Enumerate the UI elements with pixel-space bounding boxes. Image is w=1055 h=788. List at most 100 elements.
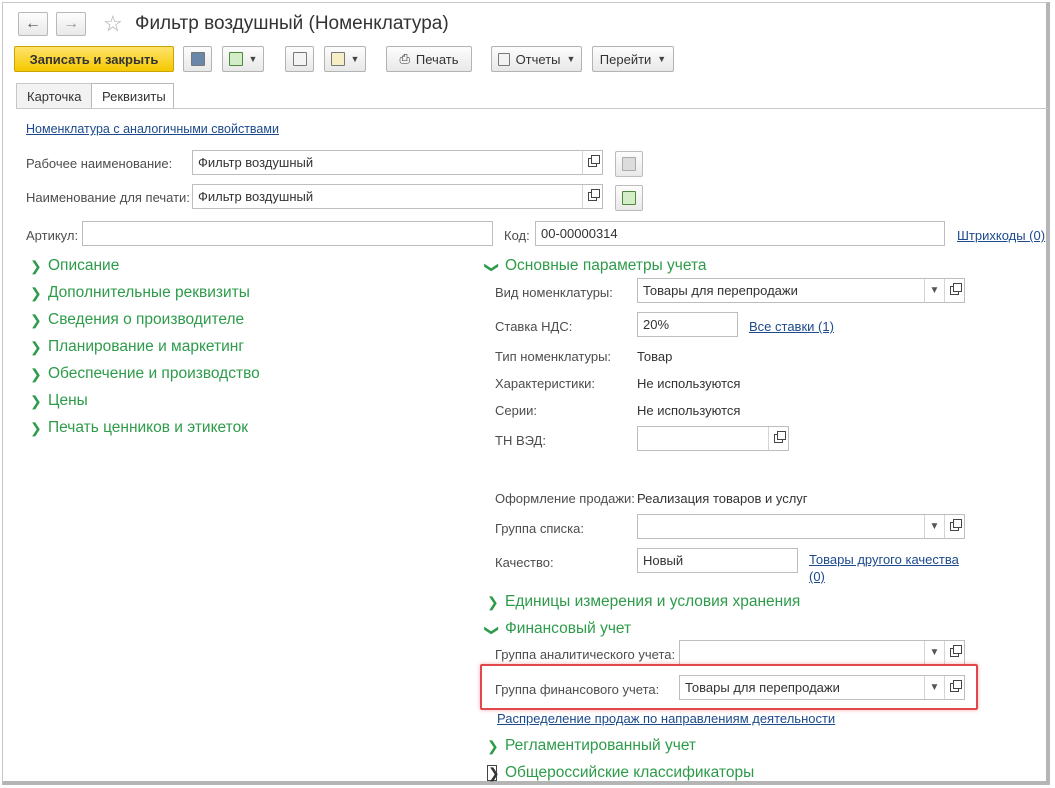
print-label: Печать bbox=[415, 51, 459, 67]
section-label: Единицы измерения и условия хранения bbox=[505, 593, 801, 610]
article-label: Артикул: bbox=[26, 228, 79, 243]
chevron-right-icon: ❯ bbox=[30, 257, 42, 274]
list-group-select[interactable]: ▼ bbox=[637, 514, 965, 539]
open-icon[interactable] bbox=[944, 279, 964, 302]
goto-label: Перейти bbox=[599, 51, 652, 67]
chevron-right-icon: ❯ bbox=[30, 365, 42, 382]
floppy-disk-icon bbox=[190, 52, 205, 66]
chevron-down-icon: ▼ bbox=[248, 54, 258, 64]
section-label: Регламентированный учет bbox=[505, 737, 697, 754]
barcodes-link[interactable]: Штрихкоды (0) bbox=[957, 228, 1045, 243]
save-button[interactable] bbox=[183, 46, 212, 72]
dropdown-icon[interactable]: ▼ bbox=[924, 676, 944, 699]
section-description[interactable]: ❯ Описание bbox=[30, 257, 119, 275]
section-label: Финансовый учет bbox=[505, 620, 632, 637]
forward-button[interactable]: → bbox=[56, 12, 86, 36]
goto-button[interactable]: Перейти ▼ bbox=[592, 46, 674, 72]
other-quality-link[interactable]: Товары другого качества bbox=[809, 552, 959, 567]
section-regulated[interactable]: ❯ Регламентированный учет bbox=[487, 737, 696, 755]
copy-name-button[interactable] bbox=[615, 151, 643, 177]
save-and-close-label: Записать и закрыть bbox=[29, 51, 159, 67]
star-icon[interactable]: ☆ bbox=[103, 11, 123, 37]
open-icon[interactable] bbox=[944, 515, 964, 538]
kind-label: Вид номенклатуры: bbox=[495, 285, 613, 300]
create-based-on-button[interactable]: ▼ bbox=[222, 46, 264, 72]
kind-select[interactable]: Товары для перепродажи ▼ bbox=[637, 278, 965, 303]
list-group-label: Группа списка: bbox=[495, 521, 584, 536]
reports-icon bbox=[497, 52, 510, 66]
page-title: Фильтр воздушный (Номенклатура) bbox=[135, 13, 449, 34]
chevron-down-icon: ❯ bbox=[484, 624, 501, 636]
chevron-right-icon: ❯ bbox=[30, 338, 42, 355]
tab-requisites-label: Реквизиты bbox=[102, 89, 166, 104]
section-label: Дополнительные реквизиты bbox=[48, 284, 250, 301]
printer-icon: ⎙ bbox=[399, 51, 410, 66]
print-name-field[interactable]: Фильтр воздушный bbox=[192, 184, 603, 209]
open-icon[interactable] bbox=[582, 185, 602, 208]
work-name-label: Рабочее наименование: bbox=[26, 156, 173, 171]
section-planning[interactable]: ❯ Планирование и маркетинг bbox=[30, 338, 244, 356]
tab-card[interactable]: Карточка bbox=[16, 83, 92, 108]
section-finance[interactable]: ❯ Финансовый учет bbox=[484, 620, 632, 638]
series-label: Серии: bbox=[495, 403, 537, 418]
open-icon[interactable] bbox=[944, 676, 964, 699]
print-name-label: Наименование для печати: bbox=[26, 190, 190, 205]
copy-icon bbox=[622, 191, 636, 205]
dropdown-icon[interactable]: ▼ bbox=[924, 641, 944, 664]
distribution-link[interactable]: Распределение продаж по направлениям дея… bbox=[497, 711, 835, 726]
open-icon[interactable] bbox=[582, 151, 602, 174]
section-label: Печать ценников и этикеток bbox=[48, 419, 248, 436]
article-field[interactable] bbox=[82, 221, 493, 246]
section-main-params[interactable]: ❯ Основные параметры учета bbox=[485, 257, 707, 275]
all-rates-link[interactable]: Все ставки (1) bbox=[749, 319, 834, 334]
chevron-right-icon: ❯ bbox=[30, 311, 42, 328]
analytic-group-label: Группа аналитического учета: bbox=[495, 647, 676, 662]
chevron-down-icon: ▼ bbox=[566, 54, 576, 64]
similar-items-link[interactable]: Номенклатура с аналогичными свойствами bbox=[26, 122, 279, 136]
structure-icon bbox=[292, 52, 307, 66]
chevron-right-icon: ❯ bbox=[487, 737, 499, 754]
analytic-group-select[interactable]: ▼ bbox=[679, 640, 965, 665]
section-label: Общероссийские классификаторы bbox=[505, 764, 755, 781]
chevron-down-icon: ▼ bbox=[350, 54, 360, 64]
section-manufacturer[interactable]: ❯ Сведения о производителе bbox=[30, 311, 244, 329]
tnved-field[interactable] bbox=[637, 426, 789, 451]
reports-label: Отчеты bbox=[515, 51, 561, 67]
save-and-close-button[interactable]: Записать и закрыть bbox=[14, 46, 174, 72]
other-quality-count-link[interactable]: (0) bbox=[809, 569, 825, 584]
quality-label: Качество: bbox=[495, 555, 554, 570]
print-name-value: Фильтр воздушный bbox=[198, 189, 314, 204]
code-field[interactable]: 00-00000314 bbox=[535, 221, 945, 246]
fin-group-select[interactable]: Товары для перепродажи ▼ bbox=[679, 675, 965, 700]
chars-value: Не используются bbox=[637, 376, 741, 391]
attachments-button[interactable]: ▼ bbox=[324, 46, 366, 72]
section-units[interactable]: ❯ Единицы измерения и условия хранения bbox=[487, 593, 800, 611]
type-value: Товар bbox=[637, 349, 673, 364]
section-price-tags[interactable]: ❯ Печать ценников и этикеток bbox=[30, 419, 248, 437]
section-additional-requisites[interactable]: ❯ Дополнительные реквизиты bbox=[30, 284, 250, 302]
sale-value: Реализация товаров и услуг bbox=[637, 491, 808, 506]
sale-label: Оформление продажи: bbox=[495, 491, 635, 506]
attachment-icon bbox=[330, 52, 345, 66]
copy-print-name-button[interactable] bbox=[615, 185, 643, 211]
code-label: Код: bbox=[504, 228, 530, 243]
open-icon[interactable] bbox=[768, 427, 788, 450]
structure-button[interactable] bbox=[285, 46, 314, 72]
vat-field[interactable]: 20% bbox=[637, 312, 738, 337]
open-icon[interactable] bbox=[944, 641, 964, 664]
dropdown-icon[interactable]: ▼ bbox=[924, 515, 944, 538]
section-classifiers[interactable]: ❯ Общероссийские классификаторы bbox=[487, 764, 754, 782]
section-prices[interactable]: ❯ Цены bbox=[30, 392, 88, 410]
dropdown-icon[interactable]: ▼ bbox=[924, 279, 944, 302]
copy-icon bbox=[622, 157, 636, 171]
vat-value: 20% bbox=[643, 317, 670, 332]
create-based-icon bbox=[228, 52, 243, 66]
reports-button[interactable]: Отчеты ▼ bbox=[491, 46, 582, 72]
chevron-right-icon: ❯ bbox=[30, 419, 42, 436]
section-supply[interactable]: ❯ Обеспечение и производство bbox=[30, 365, 260, 383]
back-button[interactable]: ← bbox=[18, 12, 48, 36]
tab-requisites[interactable]: Реквизиты bbox=[91, 83, 174, 109]
quality-field[interactable]: Новый bbox=[637, 548, 798, 573]
work-name-field[interactable]: Фильтр воздушный bbox=[192, 150, 603, 175]
print-button[interactable]: ⎙ Печать bbox=[386, 46, 472, 72]
